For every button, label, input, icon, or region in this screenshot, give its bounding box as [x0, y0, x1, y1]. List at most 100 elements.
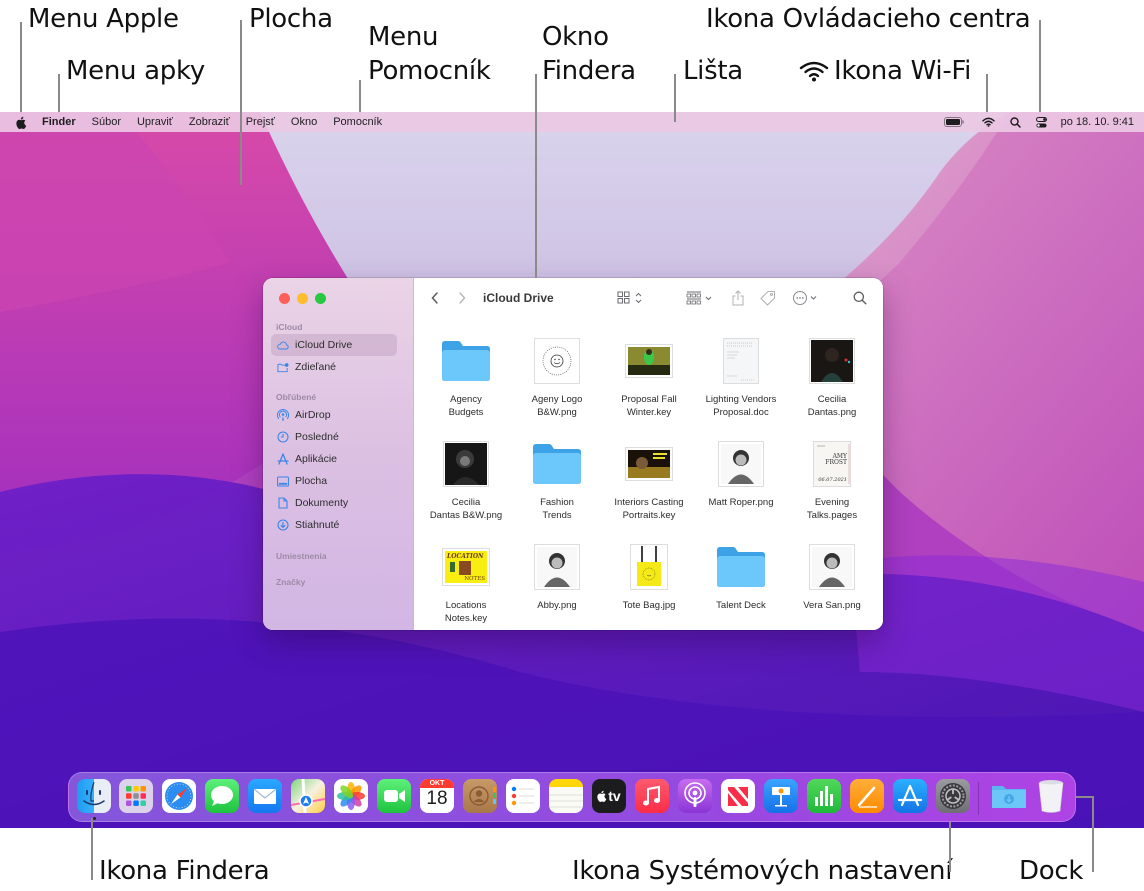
- menu-edit[interactable]: Upraviť: [137, 116, 173, 128]
- file-item[interactable]: Ageny Logo B&W.png: [511, 336, 603, 419]
- sidebar-label: Plocha: [295, 475, 328, 487]
- file-item[interactable]: Fashion Trends: [511, 439, 603, 522]
- menubar-clock[interactable]: po 18. 10. 9:41: [1061, 116, 1134, 128]
- dock-numbers-icon[interactable]: [807, 779, 841, 813]
- file-item[interactable]: Interiors Casting Portraits.key: [603, 439, 695, 522]
- airdrop-icon: [277, 409, 289, 421]
- file-item[interactable]: Agency Budgets: [420, 336, 512, 419]
- file-name-line1: Proposal Fall: [621, 394, 677, 405]
- folder-icon: [420, 336, 512, 386]
- file-thumbnail-icon: [695, 336, 787, 386]
- back-button[interactable]: [430, 290, 440, 306]
- sidebar-header-favorites: Obľúbené: [276, 392, 317, 402]
- menu-window[interactable]: Okno: [291, 116, 317, 128]
- file-item[interactable]: AMY FROST 06.07.2021 Evening Talks.pages: [786, 439, 878, 522]
- dock-facetime-icon[interactable]: [377, 779, 411, 813]
- sidebar-item-applications[interactable]: Aplikácie: [271, 448, 397, 470]
- menu-go[interactable]: Prejsť: [246, 116, 275, 128]
- dock-calendar-icon[interactable]: OKT 18: [420, 779, 454, 813]
- callout-menubar: Lišta: [683, 56, 743, 86]
- file-name-line1: Agency: [450, 394, 482, 405]
- callout-system-settings: Ikona Systémových nastavení: [572, 856, 953, 886]
- file-item[interactable]: Tote Bag.jpg: [603, 542, 695, 613]
- dock-mail-icon[interactable]: [248, 779, 282, 813]
- file-item[interactable]: LOCATION NOTES Locations Notes.key: [420, 542, 512, 625]
- dock-notes-icon[interactable]: [549, 779, 583, 813]
- file-item[interactable]: Lighting Vendors Proposal.doc: [695, 336, 787, 419]
- dock-keynote-icon[interactable]: [764, 779, 798, 813]
- file-name-line2: Trends: [542, 509, 572, 521]
- file-name-line1: Interiors Casting: [614, 497, 684, 508]
- file-thumbnail-icon: [786, 336, 878, 386]
- file-item[interactable]: Talent Deck: [695, 542, 787, 613]
- dock-pages-icon[interactable]: [850, 779, 884, 813]
- cloud-icon: [277, 339, 289, 351]
- wifi-icon: [799, 61, 829, 82]
- svg-text:FROST: FROST: [825, 459, 847, 466]
- file-item[interactable]: Proposal Fall Winter.key: [603, 336, 695, 419]
- calendar-day: 18: [426, 788, 448, 809]
- sidebar-item-documents[interactable]: Dokumenty: [271, 492, 397, 514]
- file-item[interactable]: Cecilia Dantas B&W.png: [420, 439, 512, 522]
- file-item[interactable]: Abby.png: [511, 542, 603, 613]
- sidebar-label: Aplikácie: [295, 453, 338, 465]
- dock-app-store-icon[interactable]: [893, 779, 927, 813]
- sidebar-item-desktop[interactable]: Plocha: [271, 470, 397, 492]
- sidebar-header-tags[interactable]: Značky: [276, 577, 305, 587]
- menu-help[interactable]: Pomocník: [333, 116, 382, 128]
- dock-contacts-icon[interactable]: [463, 779, 497, 813]
- dock-news-icon[interactable]: [721, 779, 755, 813]
- zoom-button[interactable]: [315, 293, 326, 304]
- file-item[interactable]: Matt Roper.png: [695, 439, 787, 510]
- leader-menu-apple: [20, 22, 22, 112]
- sidebar-header-locations[interactable]: Umiestnenia: [276, 551, 327, 561]
- dock-photos-icon[interactable]: [334, 779, 368, 813]
- callout-control-center: Ikona Ovládacieho centra: [706, 4, 1031, 34]
- minimize-button[interactable]: [297, 293, 308, 304]
- menu-view[interactable]: Zobraziť: [189, 116, 230, 128]
- dock-finder-icon[interactable]: [77, 779, 111, 813]
- sidebar-item-recents[interactable]: Posledné: [271, 426, 397, 448]
- more-actions-button[interactable]: [792, 290, 822, 306]
- group-button[interactable]: [686, 290, 714, 306]
- dock-podcasts-icon[interactable]: [678, 779, 712, 813]
- dock-maps-icon[interactable]: [291, 779, 325, 813]
- file-name-line1: Lighting Vendors: [705, 394, 777, 405]
- callout-menu-app: Menu apky: [66, 56, 205, 86]
- search-button[interactable]: [853, 290, 867, 306]
- file-item[interactable]: Vera San.png: [786, 542, 878, 613]
- forward-button[interactable]: [457, 290, 467, 306]
- file-name: Locations Notes.key: [420, 600, 512, 625]
- tag-button[interactable]: [760, 290, 776, 306]
- control-center-icon[interactable]: [1035, 112, 1047, 132]
- wifi-icon[interactable]: [981, 112, 995, 132]
- sidebar-item-shared[interactable]: Zdieľané: [271, 356, 397, 378]
- apple-menu-icon[interactable]: [15, 115, 27, 129]
- battery-icon[interactable]: [943, 112, 964, 132]
- finder-window[interactable]: iCloud iCloud Drive Zdieľané Obľúbené Ai…: [263, 278, 883, 630]
- sidebar-item-downloads[interactable]: Stiahnuté: [271, 514, 397, 536]
- menu-file[interactable]: Súbor: [92, 116, 121, 128]
- file-item[interactable]: Cecilia Dantas.png: [786, 336, 878, 419]
- dock-system-settings-icon[interactable]: [936, 779, 970, 813]
- menu-finder[interactable]: Finder: [42, 116, 76, 128]
- share-button[interactable]: [731, 290, 745, 306]
- dock-reminders-icon[interactable]: [506, 779, 540, 813]
- file-name: Abby.png: [511, 600, 603, 613]
- dock-music-icon[interactable]: [635, 779, 669, 813]
- dock-trash-icon[interactable]: [1036, 779, 1066, 813]
- sidebar-item-icloud-drive[interactable]: iCloud Drive: [271, 334, 397, 356]
- dock-launchpad-icon[interactable]: [119, 779, 153, 813]
- file-name: Proposal Fall Winter.key: [603, 394, 695, 419]
- dock-messages-icon[interactable]: [205, 779, 239, 813]
- close-button[interactable]: [279, 293, 290, 304]
- spotlight-icon[interactable]: [1009, 112, 1021, 132]
- sidebar-item-airdrop[interactable]: AirDrop: [271, 404, 397, 426]
- file-name: Ageny Logo B&W.png: [511, 394, 603, 419]
- dock-downloads-folder-icon[interactable]: [990, 779, 1028, 813]
- view-mode-button[interactable]: [617, 290, 645, 306]
- leader-system-settings: [949, 822, 951, 872]
- dock-safari-icon[interactable]: [162, 779, 196, 813]
- file-thumbnail-icon: [603, 336, 695, 386]
- dock-tv-icon[interactable]: tv: [592, 779, 626, 813]
